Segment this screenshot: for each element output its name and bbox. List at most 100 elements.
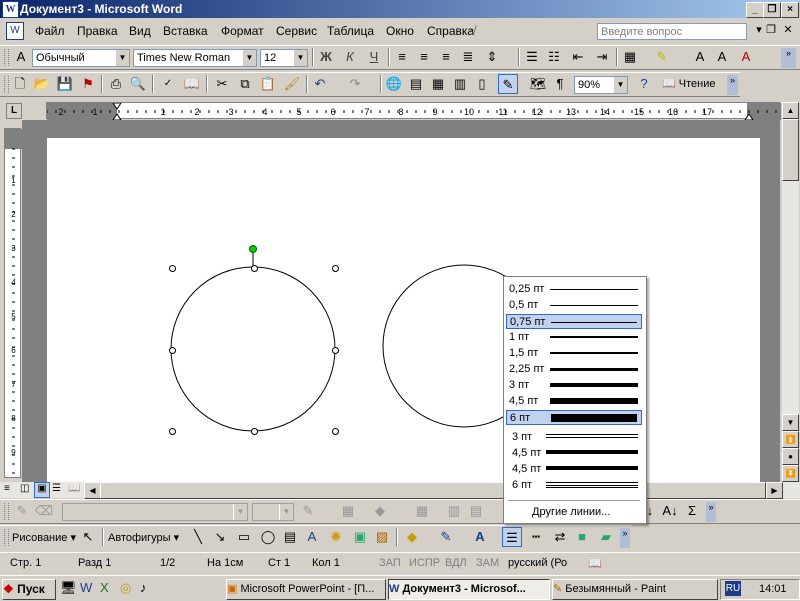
quicklaunch-excel-icon[interactable]: X <box>100 580 109 595</box>
start-button[interactable]: ❖ Пуск <box>2 579 56 600</box>
print-preview-icon[interactable]: 🔍 <box>128 74 148 94</box>
save-icon[interactable]: 💾 <box>55 74 75 94</box>
3d-style-icon[interactable]: ▰ <box>596 527 616 547</box>
show-hide-icon[interactable]: ¶ <box>550 74 570 94</box>
print-view-icon[interactable]: ▣ <box>34 482 50 498</box>
word-app-icon[interactable]: W <box>2 1 19 18</box>
menu-item[interactable]: Сервис <box>276 24 317 38</box>
cut-icon[interactable]: ✂ <box>212 74 232 94</box>
scroll-thumb[interactable] <box>782 119 799 181</box>
highlight-icon[interactable]: ✎ <box>652 47 672 67</box>
toolbar-options-icon[interactable]: » <box>620 528 630 548</box>
merge-cells-icon[interactable]: ▥ <box>444 501 464 521</box>
line-style-icon[interactable]: ☰ <box>502 527 522 547</box>
autosum-icon[interactable]: Σ <box>682 501 702 521</box>
autoshapes-menu-button[interactable]: Автофигуры ▾ <box>108 531 179 544</box>
status-overtype[interactable]: ЗАМ <box>476 557 499 569</box>
chevron-down-icon[interactable]: ▼ <box>242 50 256 66</box>
diagram-icon[interactable]: ✺ <box>326 527 346 547</box>
spelling-icon[interactable]: ✓ <box>158 74 178 94</box>
document-icon[interactable]: W <box>6 22 24 40</box>
quicklaunch-word-icon[interactable]: W <box>80 580 92 595</box>
italic-button[interactable]: К <box>340 47 360 67</box>
align-right-icon[interactable]: ≡ <box>436 47 456 67</box>
paste-icon[interactable]: 📋 <box>258 74 278 94</box>
rotate-handle[interactable] <box>249 245 257 253</box>
status-record[interactable]: ЗАП <box>379 557 401 569</box>
line-weight-option[interactable]: 6 пт <box>506 478 642 493</box>
dash-style-icon[interactable]: ┅ <box>526 527 546 547</box>
toolbar-options-icon[interactable]: » <box>781 48 796 68</box>
copy-icon[interactable]: ⧉ <box>235 74 255 94</box>
redo-icon[interactable]: ↷ <box>345 74 365 94</box>
next-page-icon[interactable]: ⏬ <box>782 465 799 482</box>
task-word[interactable]: W Документ3 - Microsof... <box>388 579 550 600</box>
reading-view-icon[interactable]: 📖 <box>68 483 80 494</box>
line-tool-icon[interactable]: ╲ <box>188 527 208 547</box>
select-objects-icon[interactable]: ↖ <box>78 527 98 547</box>
reading-mode-button[interactable]: 📖 Чтение <box>662 77 715 90</box>
grow-font-icon[interactable]: A <box>690 47 710 67</box>
insert-table-icon[interactable]: ▦ <box>428 74 448 94</box>
line-weight-combo[interactable]: ▼ <box>252 503 294 521</box>
fill-color-icon[interactable]: ◆ <box>402 527 422 547</box>
picture-icon[interactable]: ▨ <box>372 527 392 547</box>
resize-handle-se[interactable] <box>332 428 339 435</box>
chevron-down-icon[interactable]: ▼ <box>293 50 307 66</box>
equation-icon[interactable]: √ <box>470 24 477 38</box>
language-indicator[interactable]: RU <box>725 581 741 596</box>
line-weight-option[interactable]: 1,5 пт <box>506 346 642 361</box>
scroll-right-icon[interactable]: ▶ <box>766 482 783 499</box>
numbering-icon[interactable]: ☰ <box>522 47 542 67</box>
print-icon[interactable]: ⎙ <box>106 74 126 94</box>
border-color-icon[interactable]: ✎ <box>298 501 318 521</box>
permission-icon[interactable]: ⚑ <box>78 74 98 94</box>
toolbar-grip[interactable] <box>4 76 9 93</box>
resize-handle-ne[interactable] <box>332 265 339 272</box>
vertical-scrollbar[interactable]: ▲ ▼ ⏫ ● ⏬ <box>782 102 799 482</box>
chevron-down-icon[interactable]: ▼ <box>279 504 293 520</box>
resize-handle-e[interactable] <box>332 347 339 354</box>
research-icon[interactable]: 📖 <box>182 74 202 94</box>
spelling-status-icon[interactable]: 📖 <box>588 557 602 570</box>
quicklaunch-outlook-icon[interactable]: ◎ <box>120 580 131 596</box>
quicklaunch-desktop-icon[interactable]: 🖥 <box>60 580 77 596</box>
split-cells-icon[interactable]: ▤ <box>466 501 486 521</box>
line-weight-option[interactable]: 4,5 пт <box>506 394 642 409</box>
sort-ascending-icon[interactable]: A↓ <box>660 501 680 521</box>
chevron-down-icon[interactable]: ▼ <box>233 504 247 520</box>
menu-item[interactable]: Окно <box>386 24 414 38</box>
menu-item[interactable]: Справка <box>427 24 474 38</box>
minimize-button[interactable]: _ <box>746 2 764 18</box>
more-lines-option[interactable]: Другие линии... <box>532 506 610 518</box>
shrink-font-icon[interactable]: A <box>712 47 732 67</box>
doc-restore-button[interactable]: ❐ <box>764 23 778 37</box>
menu-item[interactable]: Файл <box>35 24 65 38</box>
align-left-icon[interactable]: ≡ <box>392 47 412 67</box>
document-page[interactable] <box>47 138 760 482</box>
outline-view-icon[interactable]: ☰ <box>52 483 61 494</box>
tab-selector[interactable]: L <box>6 103 22 119</box>
resize-handle-s[interactable] <box>251 428 258 435</box>
toolbar-options-icon[interactable]: » <box>706 502 716 522</box>
selected-circle[interactable] <box>170 266 336 432</box>
line-weight-option[interactable]: 0,25 пт <box>506 282 642 297</box>
menu-item[interactable]: Формат <box>221 24 264 38</box>
resize-handle-nw[interactable] <box>169 265 176 272</box>
chevron-down-icon[interactable]: ▼ <box>613 77 627 93</box>
help-icon[interactable]: ? <box>634 74 654 94</box>
previous-page-icon[interactable]: ⏫ <box>782 431 799 448</box>
clipart-icon[interactable]: ▣ <box>350 527 370 547</box>
shadow-style-icon[interactable]: ■ <box>572 527 592 547</box>
scroll-up-icon[interactable]: ▲ <box>782 102 799 119</box>
wordart-icon[interactable]: A <box>302 527 322 547</box>
line-weight-option[interactable]: 3 пт <box>506 378 642 393</box>
maximize-button[interactable]: ❐ <box>763 2 781 18</box>
resize-handle-sw[interactable] <box>169 428 176 435</box>
arrow-style-icon[interactable]: ⇄ <box>550 527 570 547</box>
chevron-down-icon[interactable]: ▼ <box>115 50 129 66</box>
line-style-combo[interactable]: ▼ <box>62 503 248 521</box>
close-button[interactable]: × <box>781 2 799 18</box>
font-color-icon[interactable]: A <box>470 527 490 547</box>
rectangle-tool-icon[interactable]: ▭ <box>234 527 254 547</box>
